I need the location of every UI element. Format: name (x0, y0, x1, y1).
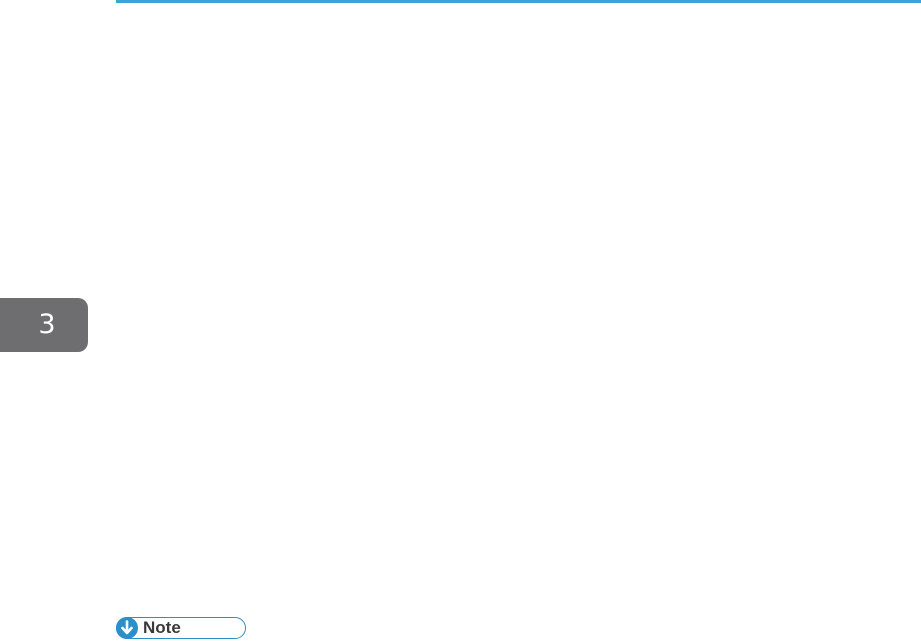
chapter-number: 3 (38, 309, 56, 340)
note-label: Note (115, 616, 246, 639)
note-heading: Note (143, 618, 181, 637)
header-rule (116, 0, 921, 3)
down-arrow-icon (115, 616, 138, 639)
chapter-tab: 3 (0, 298, 88, 352)
